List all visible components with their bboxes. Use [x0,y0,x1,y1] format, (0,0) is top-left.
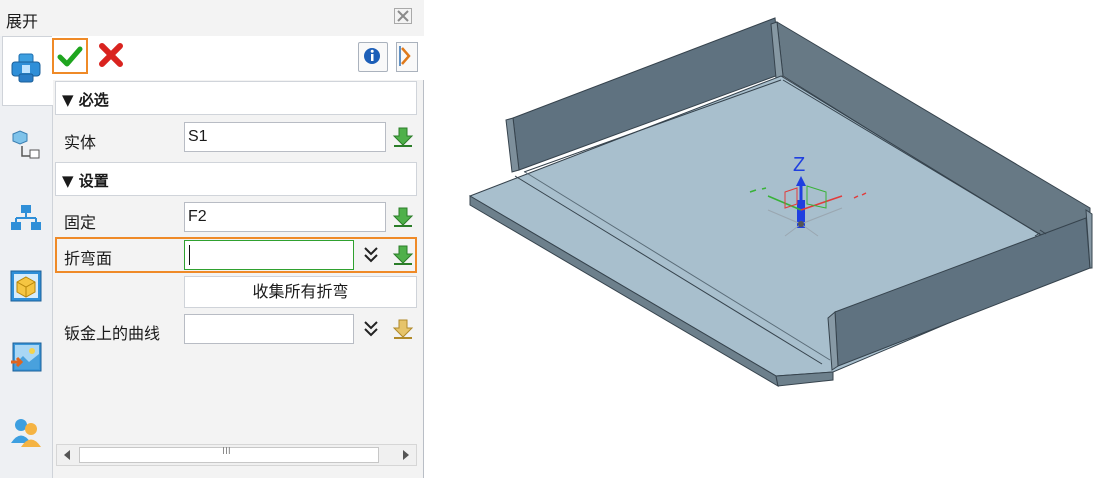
user-icon[interactable] [10,416,42,448]
info-icon [364,48,380,64]
double-chevron-down-icon[interactable] [361,244,381,266]
pick-down-icon[interactable] [392,244,414,266]
settings-section-title: ▼ 设置 [62,172,109,190]
solid-field[interactable]: S1 [184,122,386,152]
dialog-title: 展开 [6,12,39,31]
fixed-label: 固定 [64,213,97,232]
cross-icon[interactable] [96,40,126,70]
check-icon [57,46,83,67]
scrollbar-thumb[interactable]: III [79,446,379,463]
unfold-dialog: 展开 ▼ 必选 实体 S1 ▼ 设置 固定 F2 折弯面 收集所有折弯 钣金上的… [0,0,424,478]
required-section-header[interactable]: ▼ 必选 [55,81,417,115]
z-axis-label: Z [793,154,805,176]
info-button[interactable] [358,42,388,72]
hierarchy-icon[interactable] [10,202,42,234]
curves-field[interactable] [184,314,354,344]
dialog-titlebar: 展开 [0,0,424,37]
close-icon[interactable] [394,8,412,24]
bend-face-field[interactable] [184,240,354,270]
scrollbar-grip: III [222,446,231,457]
pick-down-icon[interactable] [392,206,414,228]
required-section-title: ▼ 必选 [62,91,109,109]
text-cursor [189,245,190,265]
bend-face-label: 折弯面 [64,249,113,268]
ok-button[interactable] [52,38,88,74]
unfold-feature-icon[interactable] [10,52,42,84]
sheet-metal-part[interactable]: Z [450,0,1103,478]
horizontal-scrollbar[interactable]: III [56,444,417,466]
side-toolbar [0,36,53,478]
dialog-toolbar [52,36,424,80]
scroll-right-icon[interactable] [402,450,410,460]
fixed-field[interactable]: F2 [184,202,386,232]
graphics-viewport[interactable]: Z [450,0,1103,478]
settings-section-header[interactable]: ▼ 设置 [55,162,417,196]
assembly-tree-icon[interactable] [10,128,42,160]
scroll-left-icon[interactable] [63,450,71,460]
more-button[interactable] [396,42,418,72]
collect-all-bends-button[interactable]: 收集所有折弯 [184,276,417,308]
curves-label: 钣金上的曲线 [64,324,161,343]
pick-down-disabled-icon[interactable] [392,318,414,340]
solid-label: 实体 [64,133,97,152]
expand-arrow-icon [399,46,411,66]
pick-down-icon[interactable] [392,126,414,148]
double-chevron-down-icon[interactable] [361,318,381,340]
image-import-icon[interactable] [10,342,42,374]
part-box-icon[interactable] [10,270,42,302]
